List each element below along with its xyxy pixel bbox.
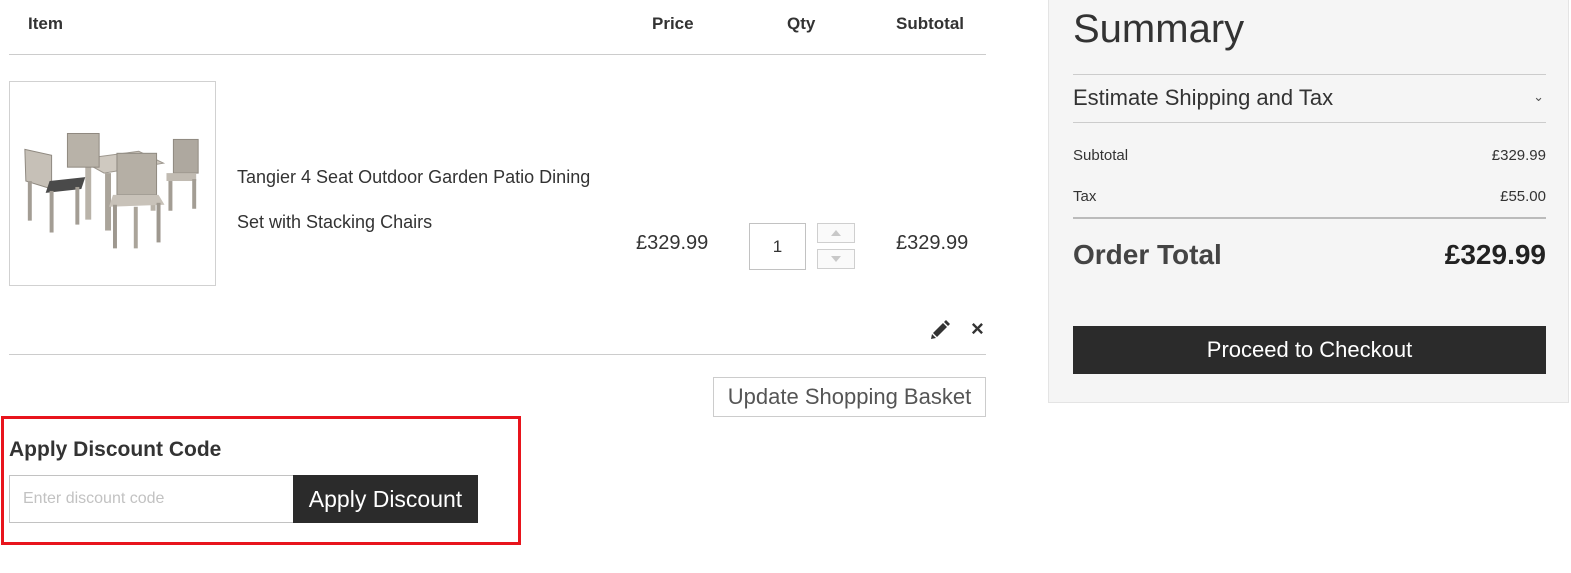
- product-image-link[interactable]: [9, 81, 216, 286]
- edit-item-button[interactable]: [929, 318, 951, 340]
- order-summary-panel: Summary Estimate Shipping and Tax ⌄ Subt…: [1048, 0, 1569, 403]
- order-total-value: £329.99: [1444, 239, 1546, 270]
- column-header-qty: Qty: [787, 14, 816, 33]
- quantity-increment-button[interactable]: [817, 223, 855, 243]
- summary-title: Summary: [1073, 7, 1245, 51]
- quantity-input[interactable]: [749, 223, 806, 270]
- item-subtotal: £329.99: [896, 232, 969, 254]
- pencil-icon: [931, 320, 950, 339]
- estimate-shipping-toggle[interactable]: Estimate Shipping and Tax ⌄: [1073, 74, 1546, 123]
- summary-divider: [1073, 217, 1546, 219]
- chevron-down-icon: [831, 256, 841, 262]
- column-header-price: Price: [652, 14, 694, 33]
- order-total-label: Order Total: [1073, 239, 1222, 270]
- cart-item-row: Tangier 4 Seat Outdoor Garden Patio Dini…: [9, 55, 986, 355]
- summary-tax-value: £55.00: [1500, 188, 1546, 205]
- discount-title[interactable]: Apply Discount Code: [9, 438, 221, 462]
- apply-discount-button[interactable]: Apply Discount: [293, 475, 478, 523]
- discount-code-input[interactable]: [9, 475, 294, 523]
- chevron-up-icon: [831, 230, 841, 236]
- proceed-to-checkout-button[interactable]: Proceed to Checkout: [1073, 326, 1546, 374]
- cart-table-header: Item Price Qty Subtotal: [9, 0, 986, 55]
- item-price: £329.99: [636, 232, 709, 254]
- estimate-shipping-label: Estimate Shipping and Tax: [1073, 85, 1334, 110]
- column-header-item: Item: [28, 14, 63, 33]
- patio-dining-set-image: [24, 132, 199, 249]
- summary-tax-label: Tax: [1073, 188, 1097, 205]
- product-name-link[interactable]: Tangier 4 Seat Outdoor Garden Patio Dini…: [237, 155, 607, 245]
- cart-table: Item Price Qty Subtotal Tangier 4 Seat O…: [9, 0, 986, 355]
- quantity-decrement-button[interactable]: [817, 249, 855, 269]
- update-shopping-basket-button[interactable]: Update Shopping Basket: [713, 377, 986, 417]
- summary-subtotal-label: Subtotal: [1073, 147, 1129, 164]
- chevron-down-icon: ⌄: [1533, 89, 1544, 104]
- summary-subtotal-value: £329.99: [1491, 147, 1546, 164]
- column-header-subtotal: Subtotal: [896, 14, 964, 33]
- remove-item-button[interactable]: ×: [971, 318, 991, 340]
- close-icon: ×: [971, 316, 984, 341]
